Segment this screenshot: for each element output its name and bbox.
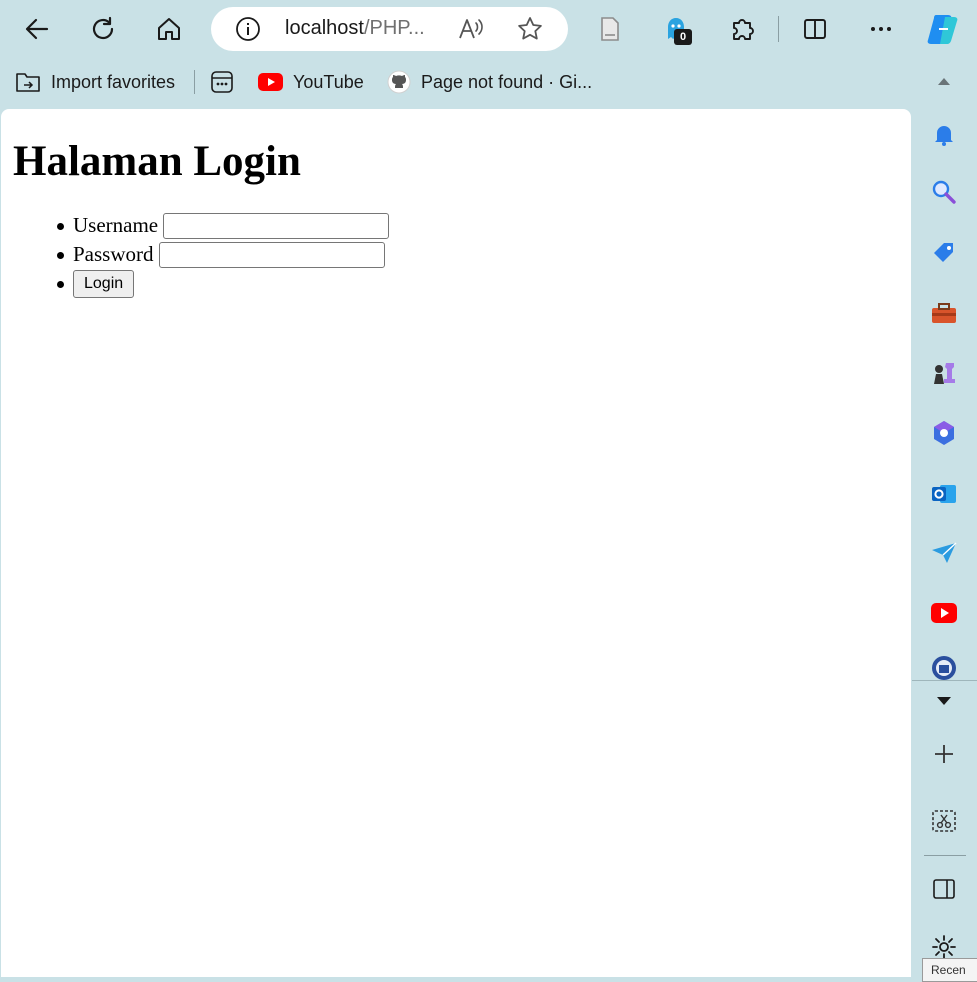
plus-icon <box>935 745 953 763</box>
favorite-import[interactable]: Import favorites <box>15 60 175 104</box>
ellipsis-icon <box>871 27 891 31</box>
split-screen-button[interactable] <box>795 9 835 49</box>
site-info-icon <box>236 17 260 41</box>
sidebar-tools[interactable] <box>929 298 959 328</box>
favorite-youtube[interactable]: YouTube <box>258 60 364 104</box>
refresh-button[interactable] <box>83 9 123 49</box>
extensions-button[interactable] <box>722 9 762 49</box>
sidebar-microsoft365[interactable] <box>929 418 959 448</box>
reader-view-button[interactable] <box>590 9 630 49</box>
password-input[interactable] <box>158 241 385 268</box>
browser-toolbar: localhost/PHP... 0 <box>0 0 977 58</box>
sidebar-screenshot[interactable] <box>929 806 959 836</box>
outlook-icon <box>932 485 956 503</box>
url-path: /PHP... <box>363 17 425 39</box>
sidebar-youtube[interactable] <box>929 598 959 628</box>
list-item-password: Password <box>56 240 389 269</box>
web-page: Halaman Login Username Password Login <box>1 109 911 977</box>
favorite-github[interactable]: Page not found · Gi... <box>387 60 592 104</box>
favorite-github-label: Page not found · Gi... <box>421 71 593 92</box>
list-item-username: Username <box>56 211 390 240</box>
address-bar[interactable]: localhost/PHP... <box>211 7 568 51</box>
sidebar-add[interactable] <box>929 739 959 769</box>
caret-down-icon <box>937 697 951 705</box>
username-input[interactable] <box>163 212 390 239</box>
back-button[interactable] <box>17 9 57 49</box>
back-arrow-icon <box>25 18 49 40</box>
edge-sidebar <box>912 58 977 978</box>
chess-pieces-icon <box>934 363 955 384</box>
favorite-import-label: Import favorites <box>51 71 176 92</box>
password-label: Password <box>73 242 154 266</box>
panel-icon <box>933 879 955 899</box>
favorites-bar: Import favorites YouTube Page not found … <box>0 60 910 104</box>
sidebar-search[interactable] <box>929 177 959 207</box>
sidebar-scroll-up[interactable] <box>929 66 959 96</box>
screenshot-scissors-icon <box>932 810 956 832</box>
github-icon <box>387 70 411 94</box>
ghostery-extension-button[interactable]: 0 <box>656 9 696 49</box>
home-button[interactable] <box>149 9 189 49</box>
sidebar-hide-panel[interactable] <box>929 874 959 904</box>
sidebar-scroll-down[interactable] <box>929 686 959 716</box>
copilot-icon <box>927 15 958 44</box>
login-form-list: Username Password Login <box>56 211 390 299</box>
sidebar-divider <box>912 680 977 681</box>
microsoft365-icon <box>934 421 954 445</box>
youtube-sidebar-icon <box>931 603 957 623</box>
favorite-star-icon <box>518 17 542 40</box>
sidebar-games[interactable] <box>929 358 959 388</box>
read-aloud-icon <box>459 19 483 39</box>
favorites-divider <box>194 70 195 94</box>
emblem-icon <box>932 656 956 680</box>
sidebar-divider-bottom <box>924 855 966 856</box>
username-label: Username <box>73 213 159 237</box>
toolbox-icon <box>932 303 956 323</box>
more-options-button[interactable] <box>861 9 901 49</box>
sidebar-tooltip: Recen <box>922 958 977 982</box>
copilot-button[interactable] <box>924 9 964 49</box>
bell-icon <box>935 126 953 146</box>
sidebar-shopping[interactable] <box>929 238 959 268</box>
list-item-login: Login <box>56 269 389 299</box>
shopping-tag-icon <box>934 243 953 262</box>
extension-count-badge: 0 <box>674 29 692 45</box>
page-title: Halaman Login <box>13 138 301 185</box>
url-host: localhost <box>285 17 364 39</box>
split-screen-icon <box>804 19 826 39</box>
import-favorites-icon <box>16 73 40 92</box>
youtube-icon <box>258 73 283 91</box>
sidebar-send[interactable] <box>929 538 959 568</box>
login-button[interactable]: Login <box>73 270 135 298</box>
sidebar-outlook[interactable] <box>929 479 959 509</box>
favorite-youtube-label: YouTube <box>293 71 364 92</box>
sidebar-notifications[interactable] <box>929 119 959 149</box>
paper-plane-icon <box>932 542 957 563</box>
caret-up-icon <box>938 78 950 85</box>
app-grid-icon <box>211 71 233 93</box>
url-text[interactable]: localhost/PHP... <box>285 17 425 40</box>
favorite-apps[interactable] <box>210 60 234 104</box>
refresh-icon <box>92 16 114 40</box>
sidebar-app-partial[interactable] <box>929 656 959 680</box>
toolbar-divider <box>778 16 779 42</box>
puzzle-icon <box>733 19 754 40</box>
home-icon <box>158 18 180 40</box>
search-icon <box>932 180 956 204</box>
document-icon <box>601 17 619 41</box>
gear-icon <box>932 935 956 959</box>
